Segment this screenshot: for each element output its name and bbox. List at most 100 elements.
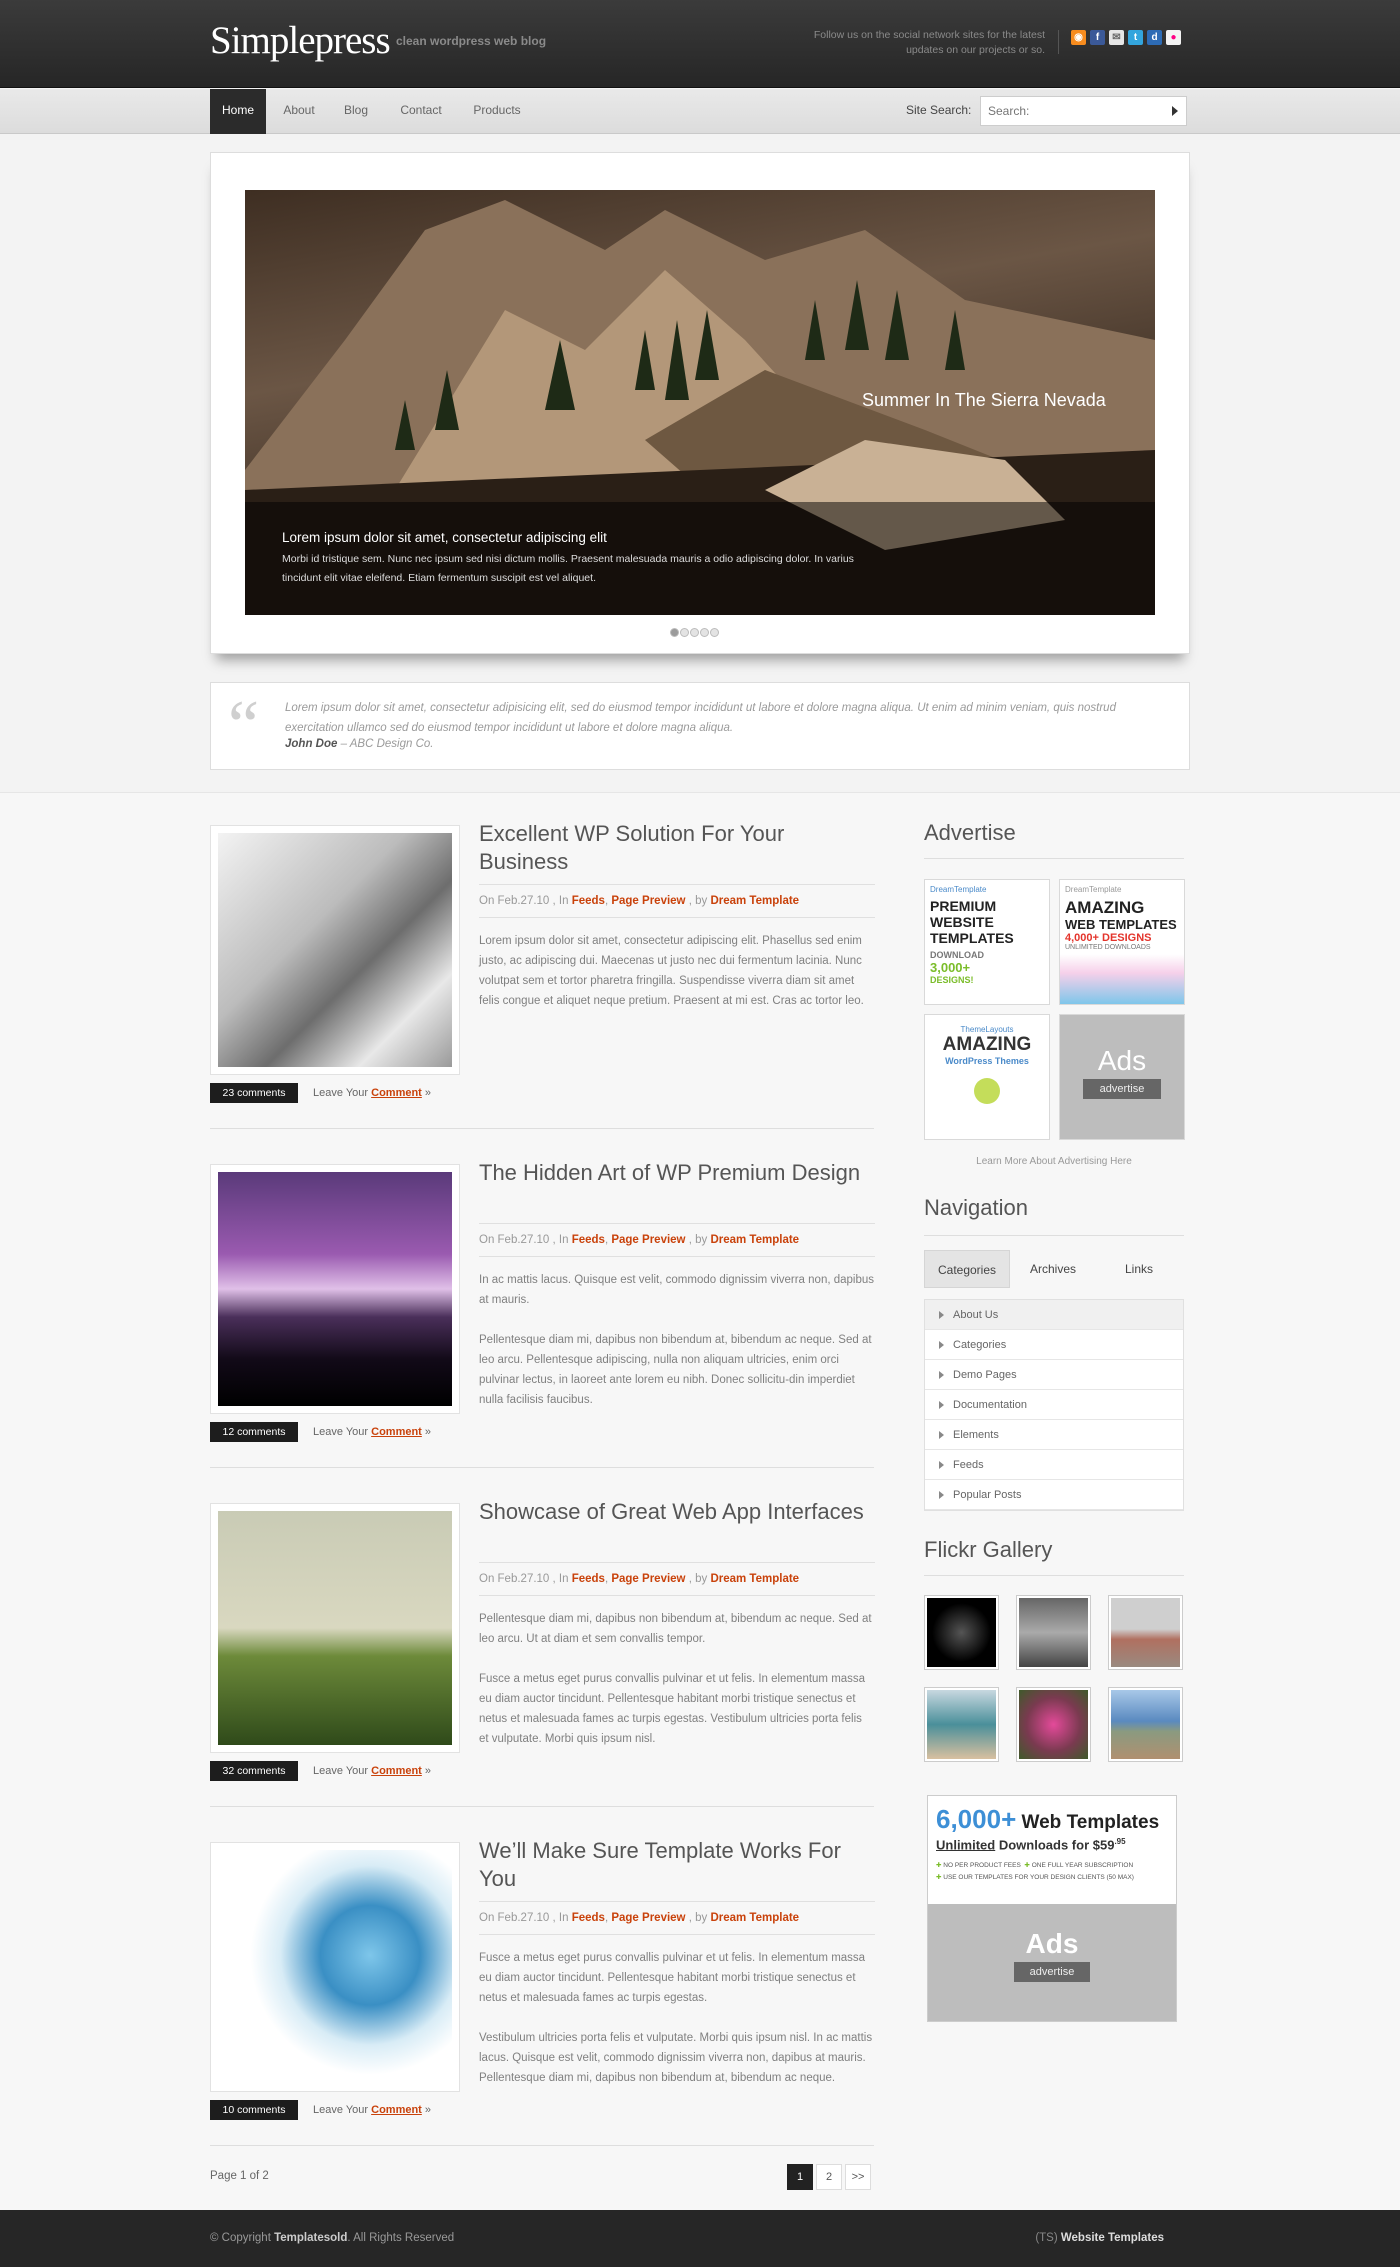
search-arrow-icon[interactable]: [1172, 106, 1178, 116]
post-title[interactable]: Excellent WP Solution For Your Business: [479, 820, 875, 876]
category-item-elements[interactable]: Elements: [925, 1420, 1183, 1450]
category-link[interactable]: Page Preview: [611, 1573, 685, 1585]
flickr-photo[interactable]: [924, 1687, 999, 1762]
post-thumbnail[interactable]: [210, 1164, 460, 1414]
templates-banner-ad[interactable]: 6,000+ Web Templates Unlimited Downloads…: [927, 1795, 1177, 2022]
comments-count-button[interactable]: 10 comments: [210, 2100, 298, 2120]
flickr-photo[interactable]: [1108, 1595, 1183, 1670]
facebook-icon[interactable]: f: [1090, 30, 1105, 45]
slider-dot[interactable]: [670, 628, 679, 637]
category-link[interactable]: Feeds: [572, 895, 605, 907]
ad-line: 4,000+ DESIGNS: [1065, 932, 1152, 944]
flickr-photo[interactable]: [1016, 1687, 1091, 1762]
category-link[interactable]: Page Preview: [611, 895, 685, 907]
category-item-demo-pages[interactable]: Demo Pages: [925, 1360, 1183, 1390]
search-input[interactable]: [988, 104, 1158, 118]
email-icon[interactable]: ✉: [1109, 30, 1124, 45]
twitter-icon[interactable]: t: [1128, 30, 1143, 45]
nav-item-products[interactable]: Products: [466, 89, 528, 134]
post-paragraph: Lorem ipsum dolor sit amet, consectetur …: [479, 935, 864, 1007]
category-item-popular-posts[interactable]: Popular Posts: [925, 1480, 1183, 1510]
flickr-photo[interactable]: [1016, 1595, 1091, 1670]
credit-link[interactable]: Website Templates: [1061, 2232, 1164, 2244]
category-link[interactable]: Page Preview: [611, 1912, 685, 1924]
comment-link[interactable]: Comment: [371, 1765, 422, 1777]
slider-dot[interactable]: [680, 628, 689, 637]
category-link[interactable]: Feeds: [572, 1234, 605, 1246]
post-paragraph: Fusce a metus eget purus convallis pulvi…: [479, 1952, 866, 2004]
category-link[interactable]: Page Preview: [611, 1234, 685, 1246]
leave-comment-link[interactable]: Leave Your Comment »: [313, 2100, 431, 2120]
ad-premium-templates[interactable]: DreamTemplate PREMIUM WEBSITE TEMPLATES …: [924, 879, 1050, 1005]
heading-rule: [924, 858, 1184, 859]
flower-icon: [974, 1078, 1000, 1104]
post-divider: [210, 1128, 874, 1129]
category-link[interactable]: Feeds: [572, 1573, 605, 1585]
tab-archives[interactable]: Archives: [1010, 1250, 1096, 1288]
post-thumbnail[interactable]: [210, 1842, 460, 2092]
category-item-categories[interactable]: Categories: [925, 1330, 1183, 1360]
post-thumbnail[interactable]: [210, 825, 460, 1075]
category-item-about-us[interactable]: About Us: [925, 1300, 1183, 1330]
copyright-suffix: . All Rights Reserved: [347, 2232, 455, 2244]
ad-wordpress-themes[interactable]: ThemeLayouts AMAZING WordPress Themes: [924, 1014, 1050, 1140]
heading-rule: [924, 1575, 1184, 1576]
leave-comment-link[interactable]: Leave Your Comment »: [313, 1083, 431, 1103]
comments-count-button[interactable]: 23 comments: [210, 1083, 298, 1103]
flickr-photo[interactable]: [924, 1595, 999, 1670]
comments-count-button[interactable]: 12 comments: [210, 1422, 298, 1442]
author-link[interactable]: Dream Template: [710, 1573, 799, 1585]
post-title[interactable]: The Hidden Art of WP Premium Design: [479, 1159, 875, 1187]
copyright-owner[interactable]: Templatesold: [274, 2232, 347, 2244]
meta-by: , by: [685, 895, 711, 907]
delicious-icon[interactable]: d: [1147, 30, 1162, 45]
post-title[interactable]: Showcase of Great Web App Interfaces: [479, 1498, 875, 1526]
nav-item-blog[interactable]: Blog: [336, 89, 376, 134]
nav-item-home[interactable]: Home: [210, 89, 266, 134]
page-1-button[interactable]: 1: [787, 2164, 813, 2190]
slider-dot[interactable]: [710, 628, 719, 637]
next-page-button[interactable]: >>: [845, 2164, 871, 2190]
comment-link[interactable]: Comment: [371, 1426, 422, 1438]
advertise-link[interactable]: Learn More About Advertising Here: [924, 1156, 1184, 1167]
category-list: About Us Categories Demo Pages Documenta…: [924, 1299, 1184, 1511]
post-thumbnail[interactable]: [210, 1503, 460, 1753]
site-search-label: Site Search:: [906, 103, 972, 117]
social-icons: ◉ f ✉ t d ●: [1058, 30, 1181, 54]
ad-line: TEMPLATES: [930, 930, 1014, 946]
author-link[interactable]: Dream Template: [710, 1912, 799, 1924]
slider-dot[interactable]: [690, 628, 699, 637]
flickr-icon[interactable]: ●: [1166, 30, 1181, 45]
ad-amazing-templates[interactable]: DreamTemplate AMAZING WEB TEMPLATES 4,00…: [1059, 879, 1185, 1005]
nav-item-about[interactable]: About: [276, 89, 322, 134]
post-divider: [210, 1467, 874, 1468]
post-excerpt: In ac mattis lacus. Quisque est velit, c…: [479, 1270, 874, 1430]
rss-icon[interactable]: ◉: [1071, 30, 1086, 45]
site-logo[interactable]: Simplepress: [210, 18, 391, 63]
nav-item-contact[interactable]: Contact: [392, 89, 450, 134]
arrow: »: [421, 1087, 432, 1099]
comment-link[interactable]: Comment: [371, 1087, 422, 1099]
banner-cents: .95: [1114, 1837, 1126, 1846]
ad-placeholder[interactable]: Ads advertise: [1059, 1014, 1185, 1140]
author-link[interactable]: Dream Template: [710, 1234, 799, 1246]
slider-dot[interactable]: [700, 628, 709, 637]
category-item-feeds[interactable]: Feeds: [925, 1450, 1183, 1480]
arrow: »: [421, 1426, 432, 1438]
search-box: [980, 96, 1187, 126]
leave-comment-link[interactable]: Leave Your Comment »: [313, 1422, 431, 1442]
ad-line: PREMIUM: [930, 898, 997, 914]
author-link[interactable]: Dream Template: [710, 895, 799, 907]
flickr-photo[interactable]: [1108, 1687, 1183, 1762]
comment-link[interactable]: Comment: [371, 2104, 422, 2116]
category-item-documentation[interactable]: Documentation: [925, 1390, 1183, 1420]
page-2-button[interactable]: 2: [816, 2164, 842, 2190]
tab-categories[interactable]: Categories: [924, 1250, 1010, 1288]
tab-links[interactable]: Links: [1096, 1250, 1182, 1288]
ad-line: DOWNLOAD: [930, 950, 984, 960]
leave-comment-link[interactable]: Leave Your Comment »: [313, 1761, 431, 1781]
arrow: »: [421, 1765, 432, 1777]
comments-count-button[interactable]: 32 comments: [210, 1761, 298, 1781]
category-link[interactable]: Feeds: [572, 1912, 605, 1924]
post-title[interactable]: We’ll Make Sure Template Works For You: [479, 1837, 875, 1893]
